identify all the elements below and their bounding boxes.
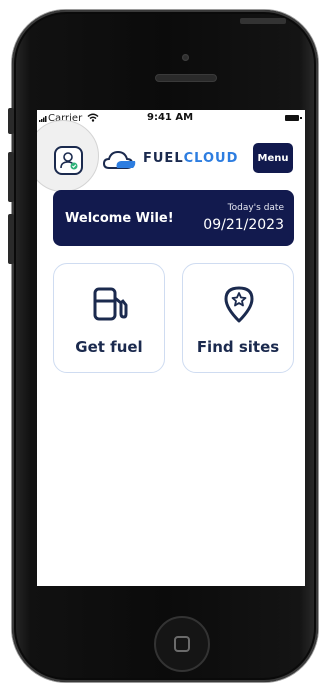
find-sites-tile[interactable]: Find sites (182, 263, 294, 373)
app-screen: Carrier 9:41 AM FUELCLOUD Menu Welcome W… (37, 110, 305, 586)
mute-switch (8, 108, 14, 134)
volume-up-button (8, 152, 14, 202)
power-button (240, 18, 286, 24)
battery-icon (285, 115, 302, 121)
status-time: 9:41 AM (147, 112, 194, 123)
location-star-icon (224, 286, 254, 323)
app-header: FUELCLOUD Menu (37, 120, 305, 192)
user-check-icon (60, 152, 78, 170)
cloud-logo-icon (103, 150, 136, 169)
date-label: Today's date (227, 203, 284, 213)
front-camera (182, 54, 189, 61)
logo-wordmark: FUELCLOUD (143, 151, 238, 166)
home-button[interactable] (154, 616, 210, 672)
get-fuel-label: Get fuel (75, 338, 143, 356)
fuelcloud-logo: FUELCLOUD (103, 148, 243, 172)
menu-button[interactable]: Menu (253, 143, 293, 173)
volume-down-button (8, 214, 14, 264)
welcome-card: Welcome Wile! Today's date 09/21/2023 (53, 190, 294, 246)
find-sites-label: Find sites (196, 338, 280, 356)
date-value: 09/21/2023 (203, 217, 284, 233)
wifi-icon (87, 113, 99, 122)
logo-accent-text: CLOUD (183, 151, 239, 166)
fuel-pump-icon (93, 287, 128, 321)
logo-main-text: FUEL (143, 151, 184, 166)
signal-icon (39, 116, 47, 122)
get-fuel-tile[interactable]: Get fuel (53, 263, 165, 373)
welcome-greeting: Welcome Wile! (65, 211, 174, 226)
profile-button[interactable] (54, 146, 83, 175)
earpiece-speaker (155, 74, 217, 82)
